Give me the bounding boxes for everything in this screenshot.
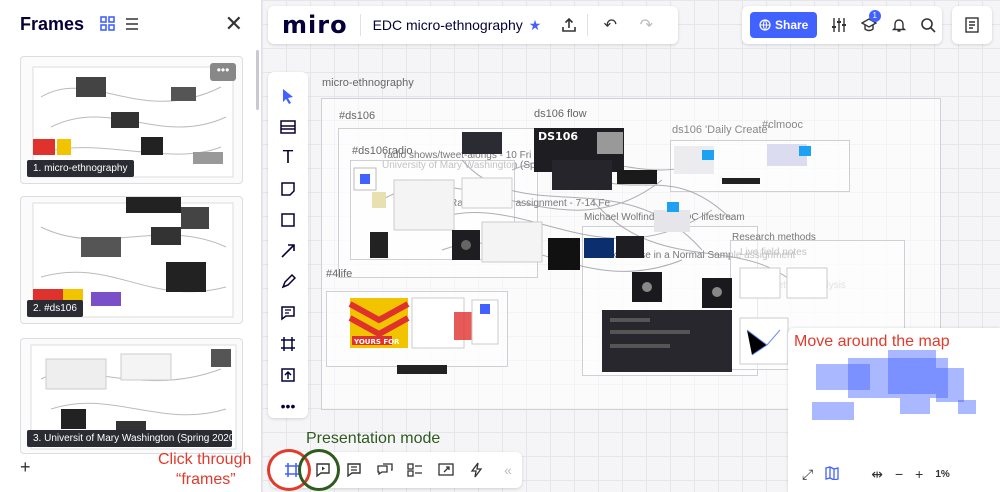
minimap[interactable]: ⤢ ⇹ − + 1% [788,328,1000,492]
pen-icon[interactable] [268,266,308,297]
creation-toolbar: T ••• [268,72,308,418]
text-tool-icon[interactable]: T [268,142,308,173]
divider [587,14,589,36]
frames-panel-header: Frames ✕ [0,0,261,48]
add-frame-button[interactable]: + [20,457,31,478]
notes-icon [965,17,979,33]
frame-thumbnail-label: 3. Universit of Mary Washington (Spring … [27,430,232,447]
annotation-click-through: Click through [158,451,252,468]
chat-icon[interactable] [371,456,399,484]
frame-thumbnail-1[interactable]: ••• 1. micro-ethnography [20,56,243,184]
star-icon[interactable]: ★ [529,17,552,34]
frame-thumbnail-label: 1. micro-ethnography [27,160,134,177]
annotation-circle-presentation [298,449,340,491]
minimap-content [812,402,854,420]
card-list-icon[interactable] [402,456,430,484]
frames-view-toggle [100,16,140,32]
search-icon[interactable] [914,10,942,40]
annotation-presentation-mode: Presentation mode [306,430,441,447]
settings-sliders-icon[interactable] [825,10,853,40]
minimap-content [900,398,930,414]
frame-tool-icon[interactable] [268,328,308,359]
frame-thumbnail-2[interactable]: 2. #ds106 [20,196,243,324]
grid-view-icon[interactable] [100,16,116,32]
list-view-icon[interactable] [124,16,140,32]
board-title[interactable]: EDC micro-ethnography [361,17,529,33]
learning-center-icon[interactable]: 1 [855,10,883,40]
frame-thumbnail-3[interactable]: 3. Universit of Mary Washington (Spring … [20,338,243,454]
collaboration-toolbar: Share 1 [742,6,942,44]
shape-icon[interactable] [268,204,308,235]
board-topbar: miro EDC micro-ethnography ★ ↶ ↷ [268,6,678,44]
close-icon[interactable]: ✕ [225,11,243,37]
minimap-content [958,400,976,414]
select-cursor-icon[interactable] [268,80,308,111]
share-label: Share [775,18,809,32]
notification-badge: 1 [868,10,881,22]
annotation-frames-word: “frames” [176,471,236,488]
zoom-level[interactable]: 1% [935,469,949,480]
lightning-icon[interactable] [463,456,491,484]
fit-to-screen-icon[interactable]: ⇹ [871,466,883,483]
fullscreen-icon[interactable]: ⤢ [802,466,813,483]
comments-icon[interactable] [340,456,368,484]
map-icon[interactable] [825,465,839,483]
sticky-note-icon[interactable] [268,173,308,204]
globe-icon [759,19,771,31]
frame-thumbnail-label: 2. #ds106 [27,300,83,317]
minimap-content [888,350,936,394]
more-options-icon[interactable]: ••• [210,63,236,81]
connection-line-icon[interactable] [268,235,308,266]
collapse-icon[interactable]: « [494,456,522,484]
frames-scrollbar[interactable] [256,50,259,110]
minimap-content [936,368,964,402]
zoom-out-icon[interactable]: − [895,466,903,482]
bell-icon[interactable] [885,10,913,40]
minimap-controls: ⤢ ⇹ − + 1% [788,456,1000,492]
notes-button[interactable] [952,6,992,44]
comment-icon[interactable] [268,297,308,328]
zoom-in-icon[interactable]: + [915,466,923,482]
miro-logo[interactable]: miro [268,11,360,39]
more-tools-icon[interactable]: ••• [268,390,308,421]
redo-icon[interactable]: ↷ [628,7,664,43]
screen-share-icon[interactable] [432,456,460,484]
undo-icon[interactable]: ↶ [592,7,628,43]
frames-panel: Frames ✕ ••• 1. micro-ethnography 2. #ds… [0,0,262,492]
upload-icon[interactable] [268,359,308,390]
upload-icon[interactable] [551,7,587,43]
frames-panel-title: Frames [20,13,85,34]
templates-icon[interactable] [268,111,308,142]
share-button[interactable]: Share [750,12,818,38]
annotation-move-around: Move around the map [794,333,950,350]
